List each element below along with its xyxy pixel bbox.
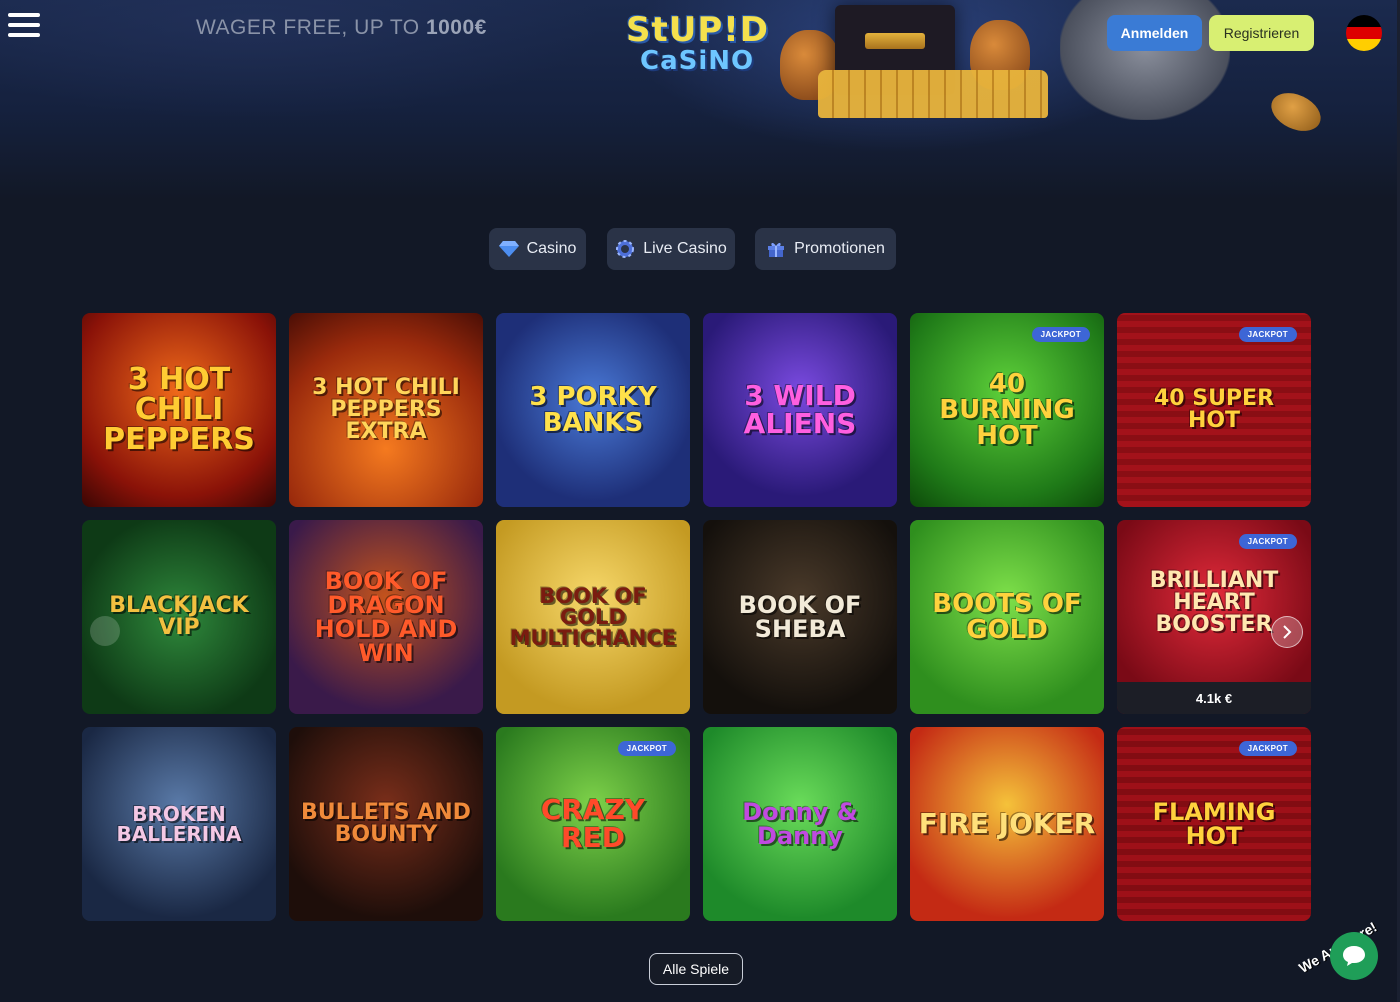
game-title: Broken Ballerina: [116, 802, 242, 846]
promo-text-amount: 1000€: [425, 16, 487, 39]
game-tile[interactable]: 3 Porky Banks: [496, 313, 690, 507]
game-tile[interactable]: 3 Hot Chili Peppers Extra: [289, 313, 483, 507]
all-games-button[interactable]: Alle Spiele: [649, 953, 743, 985]
game-title: Bullets and Bounty: [301, 800, 471, 847]
game-title: Flaming Hot: [1152, 798, 1276, 850]
tab-live-casino[interactable]: Live Casino: [607, 228, 735, 270]
register-button[interactable]: Registrieren: [1209, 15, 1314, 51]
jackpot-badge: JACKPOT: [1238, 741, 1297, 756]
promo-headline: WAGER FREE, UP TO 1000€: [196, 16, 487, 40]
carousel-next-button[interactable]: [1271, 616, 1303, 648]
game-title: 40 Burning Hot: [939, 369, 1075, 451]
game-title: 3 Porky Banks: [529, 382, 657, 438]
game-title: Book of Gold Multichance: [509, 583, 677, 650]
german-flag-icon[interactable]: [1346, 15, 1382, 51]
game-tile[interactable]: JACKPOT 40 Super Hot: [1117, 313, 1311, 507]
jackpot-badge: JACKPOT: [1031, 327, 1090, 342]
game-tile[interactable]: Bullets and Bounty: [289, 727, 483, 921]
game-tile[interactable]: JACKPOT Flaming Hot: [1117, 727, 1311, 921]
jackpot-badge: JACKPOT: [1238, 327, 1297, 342]
game-tile[interactable]: JACKPOT 40 Burning Hot: [910, 313, 1104, 507]
hamburger-menu-icon[interactable]: [8, 13, 40, 39]
game-tile[interactable]: 3 Wild Aliens: [703, 313, 897, 507]
carousel-prev-button[interactable]: [90, 616, 120, 646]
game-title: Boots of Gold: [932, 589, 1082, 645]
login-button[interactable]: Anmelden: [1107, 15, 1202, 51]
game-tile[interactable]: Broken Ballerina: [82, 727, 276, 921]
promo-text-prefix: WAGER FREE, UP TO: [196, 16, 420, 39]
game-title: 3 Hot Chili Peppers Extra: [312, 375, 460, 444]
tab-label: Promotionen: [794, 240, 885, 257]
game-tile[interactable]: BlackJack VIP: [82, 520, 276, 714]
chevron-right-icon: [1283, 625, 1292, 639]
jackpot-amount: 4.1k €: [1117, 682, 1311, 714]
flying-coin-image: [1265, 85, 1327, 139]
site-logo[interactable]: StUP!D CaSiNO: [620, 10, 770, 78]
game-tile[interactable]: Boots of Gold: [910, 520, 1104, 714]
gold-coins-image: [818, 70, 1048, 118]
game-title: 3 Hot Chili Peppers: [103, 362, 255, 457]
logo-line-2: CaSiNO: [640, 46, 755, 76]
jackpot-badge: JACKPOT: [617, 741, 676, 756]
game-tile[interactable]: 3 Hot Chili Peppers: [82, 313, 276, 507]
tab-label: Casino: [526, 240, 577, 257]
tab-casino[interactable]: Casino: [489, 228, 586, 270]
casino-chip-icon: [615, 239, 635, 259]
game-grid: 3 Hot Chili Peppers 3 Hot Chili Peppers …: [82, 313, 1311, 921]
game-tile[interactable]: Book of Sheba: [703, 520, 897, 714]
game-tile[interactable]: Donny & Danny: [703, 727, 897, 921]
game-title: 3 Wild Aliens: [743, 379, 857, 440]
game-title: Crazy Red: [540, 793, 646, 854]
chat-bubble-icon[interactable]: [1330, 932, 1378, 980]
game-title: Fire Joker: [918, 807, 1096, 840]
game-title: Donny & Danny: [742, 798, 858, 850]
game-tile[interactable]: JACKPOT Brilliant Heart Booster 4.1k €: [1117, 520, 1311, 714]
game-tile[interactable]: Book of Dragon Hold and Win: [289, 520, 483, 714]
game-tile[interactable]: Book of Gold Multichance: [496, 520, 690, 714]
game-title: 40 Super Hot: [1153, 386, 1275, 433]
game-title: Book of Dragon Hold and Win: [314, 567, 458, 667]
category-tabs: Casino Live Casino Promotionen: [0, 228, 1400, 270]
tab-label: Live Casino: [643, 240, 727, 257]
game-title: Book of Sheba: [738, 591, 862, 643]
tab-promotions[interactable]: Promotionen: [755, 228, 896, 270]
game-tile[interactable]: Fire Joker: [910, 727, 1104, 921]
diamond-icon: [498, 239, 519, 259]
logo-line-1: StUP!D: [626, 10, 769, 50]
game-tile[interactable]: JACKPOT Crazy Red: [496, 727, 690, 921]
chat-widget[interactable]: We Are Here!: [1296, 910, 1400, 990]
jackpot-badge: JACKPOT: [1238, 534, 1297, 549]
gift-icon: [766, 239, 786, 259]
